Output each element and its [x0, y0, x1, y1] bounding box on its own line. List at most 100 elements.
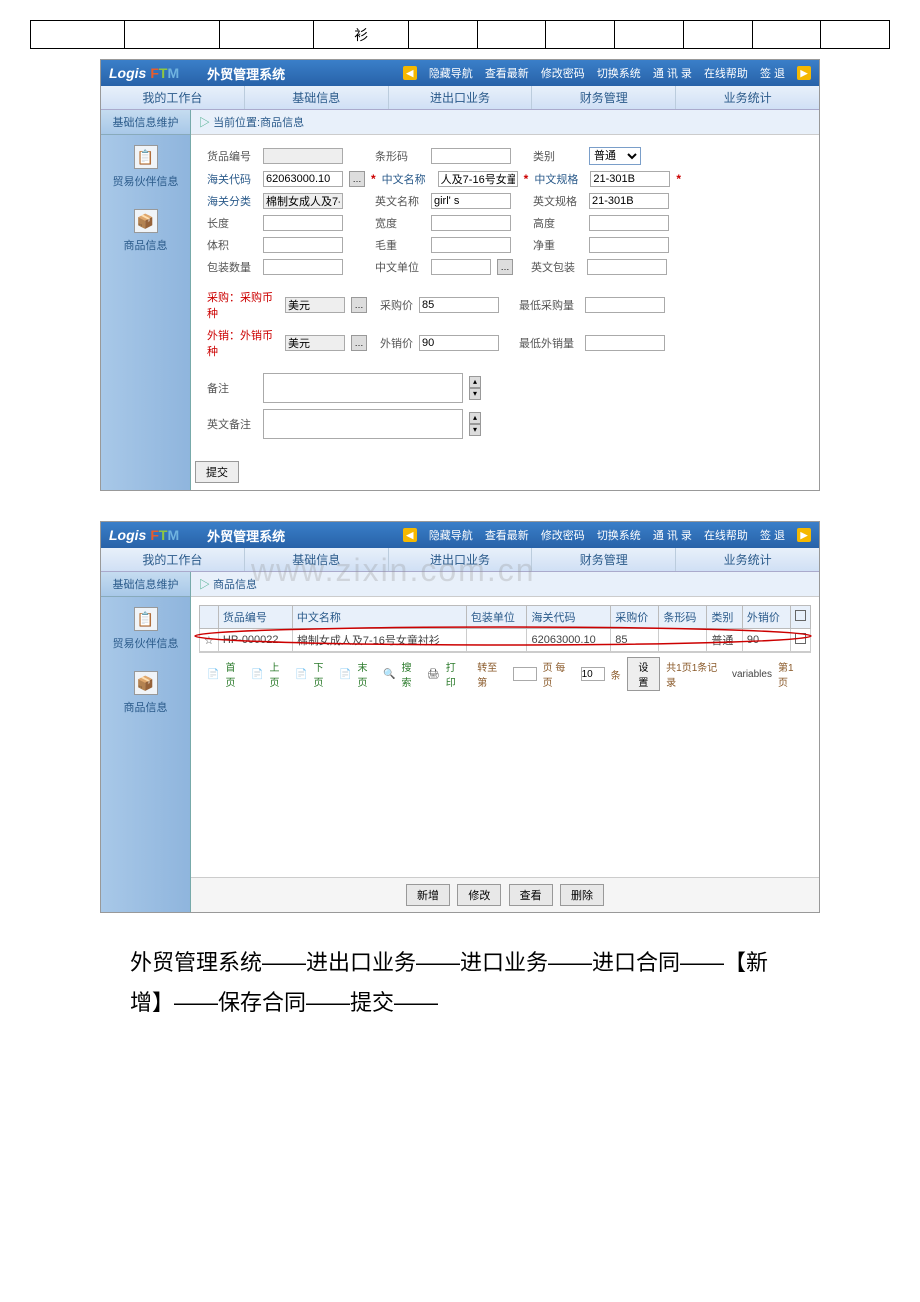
- sales-curr-picker[interactable]: …: [351, 335, 367, 351]
- menu-workbench[interactable]: 我的工作台: [101, 86, 245, 109]
- menu-import-export[interactable]: 进出口业务: [389, 548, 533, 571]
- header-link-logout[interactable]: 签 退: [760, 65, 785, 81]
- add-button[interactable]: 新增: [406, 884, 450, 906]
- header-link-latest[interactable]: 查看最新: [485, 527, 529, 543]
- customs-class-input[interactable]: [263, 193, 343, 209]
- remark-textarea[interactable]: [263, 373, 463, 403]
- col-purchase-price[interactable]: 采购价: [611, 606, 659, 629]
- header-link-switch[interactable]: 切换系统: [597, 527, 641, 543]
- required-asterisk: *: [524, 172, 529, 186]
- header-link-latest[interactable]: 查看最新: [485, 65, 529, 81]
- col-barcode[interactable]: 条形码: [659, 606, 707, 629]
- category-select[interactable]: 普通: [589, 147, 641, 165]
- col-customs-code[interactable]: 海关代码: [527, 606, 611, 629]
- net-input[interactable]: [589, 237, 669, 253]
- scroll-down-icon[interactable]: ▾: [469, 424, 481, 436]
- barcode-input[interactable]: [431, 148, 511, 164]
- sidebar-item-partner[interactable]: 📋 贸易伙伴信息: [101, 597, 190, 661]
- pager-set-button[interactable]: 设置: [627, 657, 661, 691]
- volume-input[interactable]: [263, 237, 343, 253]
- sales-price-input[interactable]: [419, 335, 499, 351]
- select-all-checkbox[interactable]: [795, 610, 806, 621]
- menu-base-info[interactable]: 基础信息: [245, 548, 389, 571]
- header-link-contacts[interactable]: 通 讯 录: [653, 527, 692, 543]
- view-button[interactable]: 查看: [509, 884, 553, 906]
- en-remark-textarea[interactable]: [263, 409, 463, 439]
- purchase-curr-input[interactable]: [285, 297, 345, 313]
- min-purchase-input[interactable]: [585, 297, 665, 313]
- pager-goto-input[interactable]: [513, 667, 537, 681]
- menu-stats[interactable]: 业务统计: [676, 548, 819, 571]
- height-input[interactable]: [589, 215, 669, 231]
- sidebar-2: 基础信息维护 📋 贸易伙伴信息 📦 商品信息: [101, 572, 191, 912]
- footer-text: 外贸管理系统——进出口业务——进口业务——进口合同——【新增】——保存合同——提…: [30, 923, 890, 1042]
- menu-workbench[interactable]: 我的工作台: [101, 548, 245, 571]
- header-link-logout[interactable]: 签 退: [760, 527, 785, 543]
- table-row[interactable]: ☆ HP-000022 棉制女成人及7-16号女童衬衫 62063000.10 …: [200, 629, 811, 652]
- scroll-up-icon[interactable]: ▴: [469, 412, 481, 424]
- gross-input[interactable]: [431, 237, 511, 253]
- header-link-help[interactable]: 在线帮助: [704, 527, 748, 543]
- header-link-contacts[interactable]: 通 讯 录: [653, 65, 692, 81]
- header-link-password[interactable]: 修改密码: [541, 527, 585, 543]
- sidebar-item-partner[interactable]: 📋 贸易伙伴信息: [101, 135, 190, 199]
- menu-finance[interactable]: 财务管理: [532, 548, 676, 571]
- col-category[interactable]: 类别: [707, 606, 742, 629]
- nav-left-icon[interactable]: ◀: [403, 528, 417, 542]
- menu-finance[interactable]: 财务管理: [532, 86, 676, 109]
- scroll-down-icon[interactable]: ▾: [469, 388, 481, 400]
- submit-button[interactable]: 提交: [195, 461, 239, 483]
- header-link-switch[interactable]: 切换系统: [597, 65, 641, 81]
- en-pack-input[interactable]: [587, 259, 667, 275]
- scroll-up-icon[interactable]: ▴: [469, 376, 481, 388]
- sales-curr-input[interactable]: [285, 335, 345, 351]
- en-spec-input[interactable]: [589, 193, 669, 209]
- pager-last[interactable]: 末页: [357, 659, 377, 689]
- header-link-password[interactable]: 修改密码: [541, 65, 585, 81]
- sidebar-item-goods[interactable]: 📦 商品信息: [101, 661, 190, 725]
- sidebar-item-goods[interactable]: 📦 商品信息: [101, 199, 190, 263]
- goods-no-input[interactable]: [263, 148, 343, 164]
- customs-class-label: 海关分类: [207, 193, 257, 209]
- purchase-price-input[interactable]: [419, 297, 499, 313]
- header-link-help[interactable]: 在线帮助: [704, 65, 748, 81]
- volume-label: 体积: [207, 237, 257, 253]
- col-cn-name[interactable]: 中文名称: [292, 606, 466, 629]
- pager-print[interactable]: 打印: [446, 659, 466, 689]
- menu-stats[interactable]: 业务统计: [676, 86, 819, 109]
- nav-right-icon[interactable]: ▶: [797, 66, 811, 80]
- col-sales-price[interactable]: 外销价: [742, 606, 790, 629]
- pack-qty-input[interactable]: [263, 259, 343, 275]
- pager-first[interactable]: 首页: [225, 659, 245, 689]
- header-link-hide-nav[interactable]: 隐藏导航: [429, 527, 473, 543]
- sidebar-item-label: 贸易伙伴信息: [105, 635, 186, 651]
- col-pack-unit[interactable]: 包装单位: [466, 606, 527, 629]
- pager-per-input[interactable]: [581, 667, 605, 681]
- nav-right-icon[interactable]: ▶: [797, 528, 811, 542]
- pager-next[interactable]: 下页: [313, 659, 333, 689]
- delete-button[interactable]: 删除: [560, 884, 604, 906]
- menu-bar: 我的工作台 基础信息 进出口业务 财务管理 业务统计: [101, 86, 819, 110]
- menu-import-export[interactable]: 进出口业务: [389, 86, 533, 109]
- en-name-input[interactable]: [431, 193, 511, 209]
- purchase-curr-picker[interactable]: …: [351, 297, 367, 313]
- partner-icon: 📋: [134, 607, 158, 631]
- cn-unit-picker[interactable]: …: [497, 259, 513, 275]
- cn-spec-input[interactable]: [590, 171, 670, 187]
- menu-base-info[interactable]: 基础信息: [245, 86, 389, 109]
- cn-name-input[interactable]: [438, 171, 518, 187]
- edit-button[interactable]: 修改: [457, 884, 501, 906]
- customs-code-picker[interactable]: …: [349, 171, 365, 187]
- pager-search[interactable]: 搜索: [401, 659, 421, 689]
- width-input[interactable]: [431, 215, 511, 231]
- customs-code-input[interactable]: [263, 171, 343, 187]
- length-input[interactable]: [263, 215, 343, 231]
- col-goods-no[interactable]: 货品编号: [218, 606, 292, 629]
- cn-unit-input[interactable]: [431, 259, 491, 275]
- nav-left-icon[interactable]: ◀: [403, 66, 417, 80]
- min-sales-input[interactable]: [585, 335, 665, 351]
- header-link-hide-nav[interactable]: 隐藏导航: [429, 65, 473, 81]
- cn-spec-label: 中文规格: [534, 171, 584, 187]
- row-checkbox[interactable]: [795, 633, 806, 644]
- pager-prev[interactable]: 上页: [269, 659, 289, 689]
